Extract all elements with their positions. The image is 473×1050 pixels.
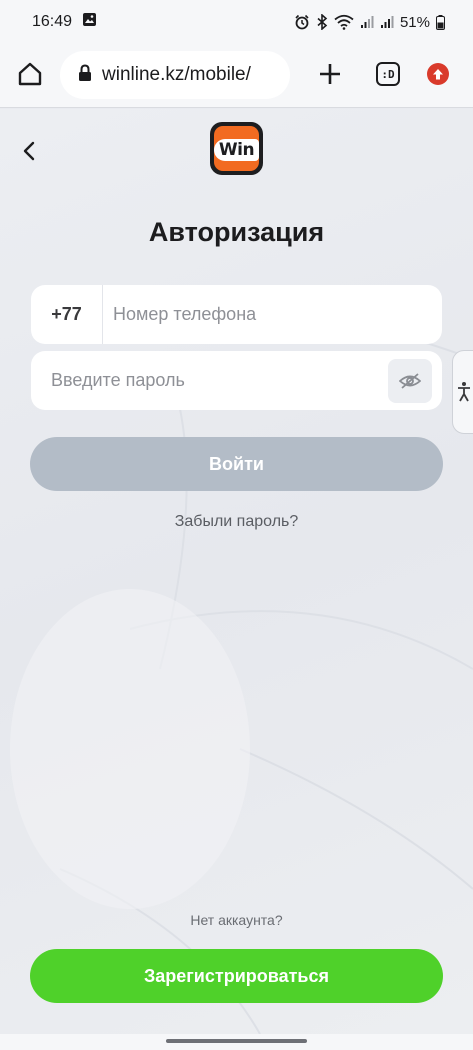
register-button[interactable]: Зарегистрироваться (30, 949, 443, 1003)
phone-field: +77 (31, 285, 442, 344)
lock-icon (78, 63, 92, 87)
accessibility-icon[interactable] (452, 350, 473, 434)
status-time: 16:49 (32, 13, 73, 30)
battery-icon (436, 14, 445, 30)
plus-icon[interactable] (316, 60, 344, 88)
url-text: winline.kz/mobile/ (102, 64, 251, 85)
navigation-bar (0, 1034, 473, 1050)
logo-text: Win (214, 139, 259, 161)
login-button[interactable]: Войти (30, 437, 443, 491)
alarm-icon (294, 14, 310, 30)
home-icon[interactable] (16, 60, 44, 88)
address-bar[interactable]: winline.kz/mobile/ (60, 51, 290, 99)
back-icon[interactable] (18, 139, 42, 163)
update-icon[interactable] (427, 63, 449, 85)
phone-input[interactable] (103, 285, 442, 344)
phone-prefix[interactable]: +77 (31, 285, 103, 344)
hide-password-icon[interactable] (388, 358, 432, 403)
no-account-label: Нет аккаунта? (190, 912, 283, 928)
signal-icon (360, 15, 374, 29)
password-field (31, 351, 442, 410)
page-title: Авторизация (148, 217, 325, 247)
browser-toolbar: winline.kz/mobile/ :D (0, 44, 473, 108)
home-gesture-handle[interactable] (166, 1039, 307, 1043)
password-input[interactable] (31, 351, 388, 410)
forgot-password-link[interactable]: Забыли пароль? (0, 513, 473, 531)
signal-icon-2 (380, 15, 394, 29)
login-page: Win Авторизация +77 Войти Забыли пароль?… (0, 109, 473, 1034)
winline-logo: Win (210, 122, 263, 175)
image-icon (82, 12, 97, 32)
bluetooth-icon (316, 14, 328, 30)
status-bar: 16:49 51% (0, 0, 473, 44)
wifi-icon (334, 14, 354, 30)
tabs-icon[interactable]: :D (376, 62, 400, 86)
battery-level: 51% (399, 13, 430, 31)
